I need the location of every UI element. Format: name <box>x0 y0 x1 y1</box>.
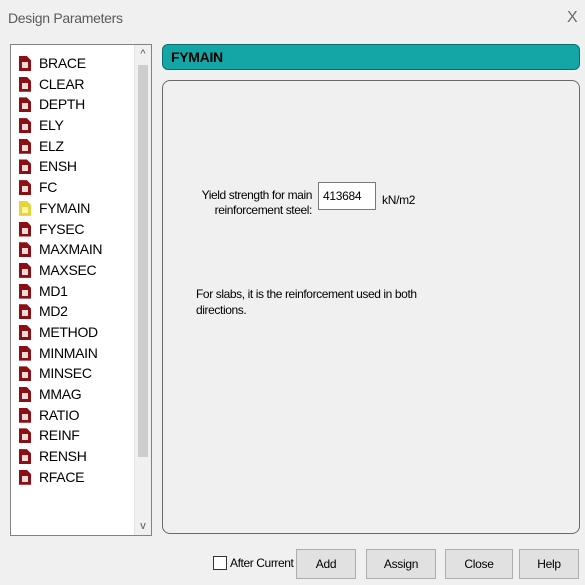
document-icon <box>19 428 31 444</box>
list-item-rensh[interactable]: RENSH <box>11 446 135 467</box>
list-item-label: CLEAR <box>39 75 85 92</box>
list-item-minsec[interactable]: MINSEC <box>11 363 135 384</box>
list-item-brace[interactable]: BRACE <box>11 53 135 74</box>
document-icon <box>19 118 31 134</box>
list-item-label: RFACE <box>39 468 85 485</box>
list-item-label: FYSEC <box>39 220 85 237</box>
list-item-method[interactable]: METHOD <box>11 322 135 343</box>
list-item-elz[interactable]: ELZ <box>11 136 135 157</box>
document-icon <box>19 242 31 258</box>
dialog-title: Design Parameters <box>8 10 123 26</box>
list-item-minmain[interactable]: MINMAIN <box>11 343 135 364</box>
document-icon <box>19 221 31 237</box>
document-icon <box>19 345 31 361</box>
close-button[interactable]: Close <box>445 549 513 579</box>
list-item-md2[interactable]: MD2 <box>11 301 135 322</box>
document-icon <box>19 138 31 154</box>
list-item-label: ELY <box>39 117 64 134</box>
assign-button[interactable]: Assign <box>366 549 436 579</box>
scroll-up-arrow-icon[interactable]: ^ <box>135 45 151 63</box>
document-selected-icon <box>19 200 31 216</box>
list-item-label: DEPTH <box>39 96 85 113</box>
help-button[interactable]: Help <box>519 549 579 579</box>
parameter-header: FYMAIN <box>162 44 580 70</box>
list-item-label: FC <box>39 179 58 196</box>
document-icon <box>19 262 31 278</box>
add-button[interactable]: Add <box>296 549 356 579</box>
list-item-label: MINSEC <box>39 365 92 382</box>
list-item-fysec[interactable]: FYSEC <box>11 219 135 240</box>
list-item-label: ENSH <box>39 158 77 175</box>
document-icon <box>19 469 31 485</box>
document-icon <box>19 283 31 299</box>
list-item-ratio[interactable]: RATIO <box>11 405 135 426</box>
list-item-label: FYMAIN <box>39 199 91 216</box>
document-icon <box>19 180 31 196</box>
list-item-rface[interactable]: RFACE <box>11 467 135 488</box>
list-item-mmag[interactable]: MMAG <box>11 384 135 405</box>
list-item-ely[interactable]: ELY <box>11 115 135 136</box>
list-item-label: ELZ <box>39 137 64 154</box>
list-item-depth[interactable]: DEPTH <box>11 94 135 115</box>
parameter-list[interactable]: BRACE CLEAR DEPTH ELY ELZ ENSH FC FYMAIN FYSEC MA… <box>10 44 152 536</box>
parameter-description: For slabs, it is the reinforcement used … <box>196 287 417 317</box>
scroll-down-arrow-icon[interactable]: v <box>135 517 151 535</box>
scroll-thumb[interactable] <box>138 65 148 457</box>
document-icon <box>19 324 31 340</box>
unit-label: kN/m2 <box>382 193 416 207</box>
list-item-label: BRACE <box>39 55 86 71</box>
list-item-maxsec[interactable]: MAXSEC <box>11 260 135 281</box>
list-item-label: MD2 <box>39 303 68 320</box>
document-icon <box>19 387 31 402</box>
list-item-label: MD1 <box>39 282 68 299</box>
list-item-label: REINF <box>39 427 80 444</box>
after-current-label[interactable]: After Current <box>230 556 294 570</box>
list-item-label: RENSH <box>39 448 87 465</box>
document-icon <box>19 304 31 320</box>
document-icon <box>19 449 31 465</box>
list-item-clear[interactable]: CLEAR <box>11 74 135 95</box>
after-current-checkbox[interactable] <box>213 556 227 570</box>
list-item-fymain[interactable]: FYMAIN <box>11 198 135 219</box>
list-item-label: METHOD <box>39 323 98 340</box>
document-icon <box>19 56 31 71</box>
list-item-md1[interactable]: MD1 <box>11 281 135 302</box>
list-item-label: MAXSEC <box>39 261 97 278</box>
list-scrollbar[interactable]: ^ v <box>134 45 151 535</box>
list-item-label: MINMAIN <box>39 344 98 361</box>
document-icon <box>19 407 31 423</box>
yield-strength-input[interactable] <box>318 182 376 210</box>
list-item-maxmain[interactable]: MAXMAIN <box>11 239 135 260</box>
list-item-fc[interactable]: FC <box>11 177 135 198</box>
list-item-ensh[interactable]: ENSH <box>11 156 135 177</box>
document-icon <box>19 76 31 92</box>
close-icon[interactable]: X <box>567 10 578 26</box>
list-item-label: RATIO <box>39 406 80 423</box>
document-icon <box>19 366 31 382</box>
document-icon <box>19 159 31 175</box>
list-item-reinf[interactable]: REINF <box>11 425 135 446</box>
document-icon <box>19 97 31 113</box>
list-item-label: MMAG <box>39 386 82 402</box>
field-label: Yield strength for main reinforcement st… <box>201 188 313 217</box>
list-item-label: MAXMAIN <box>39 241 103 258</box>
parameter-list-items: BRACE CLEAR DEPTH ELY ELZ ENSH FC FYMAIN FYSEC MA… <box>11 53 135 487</box>
